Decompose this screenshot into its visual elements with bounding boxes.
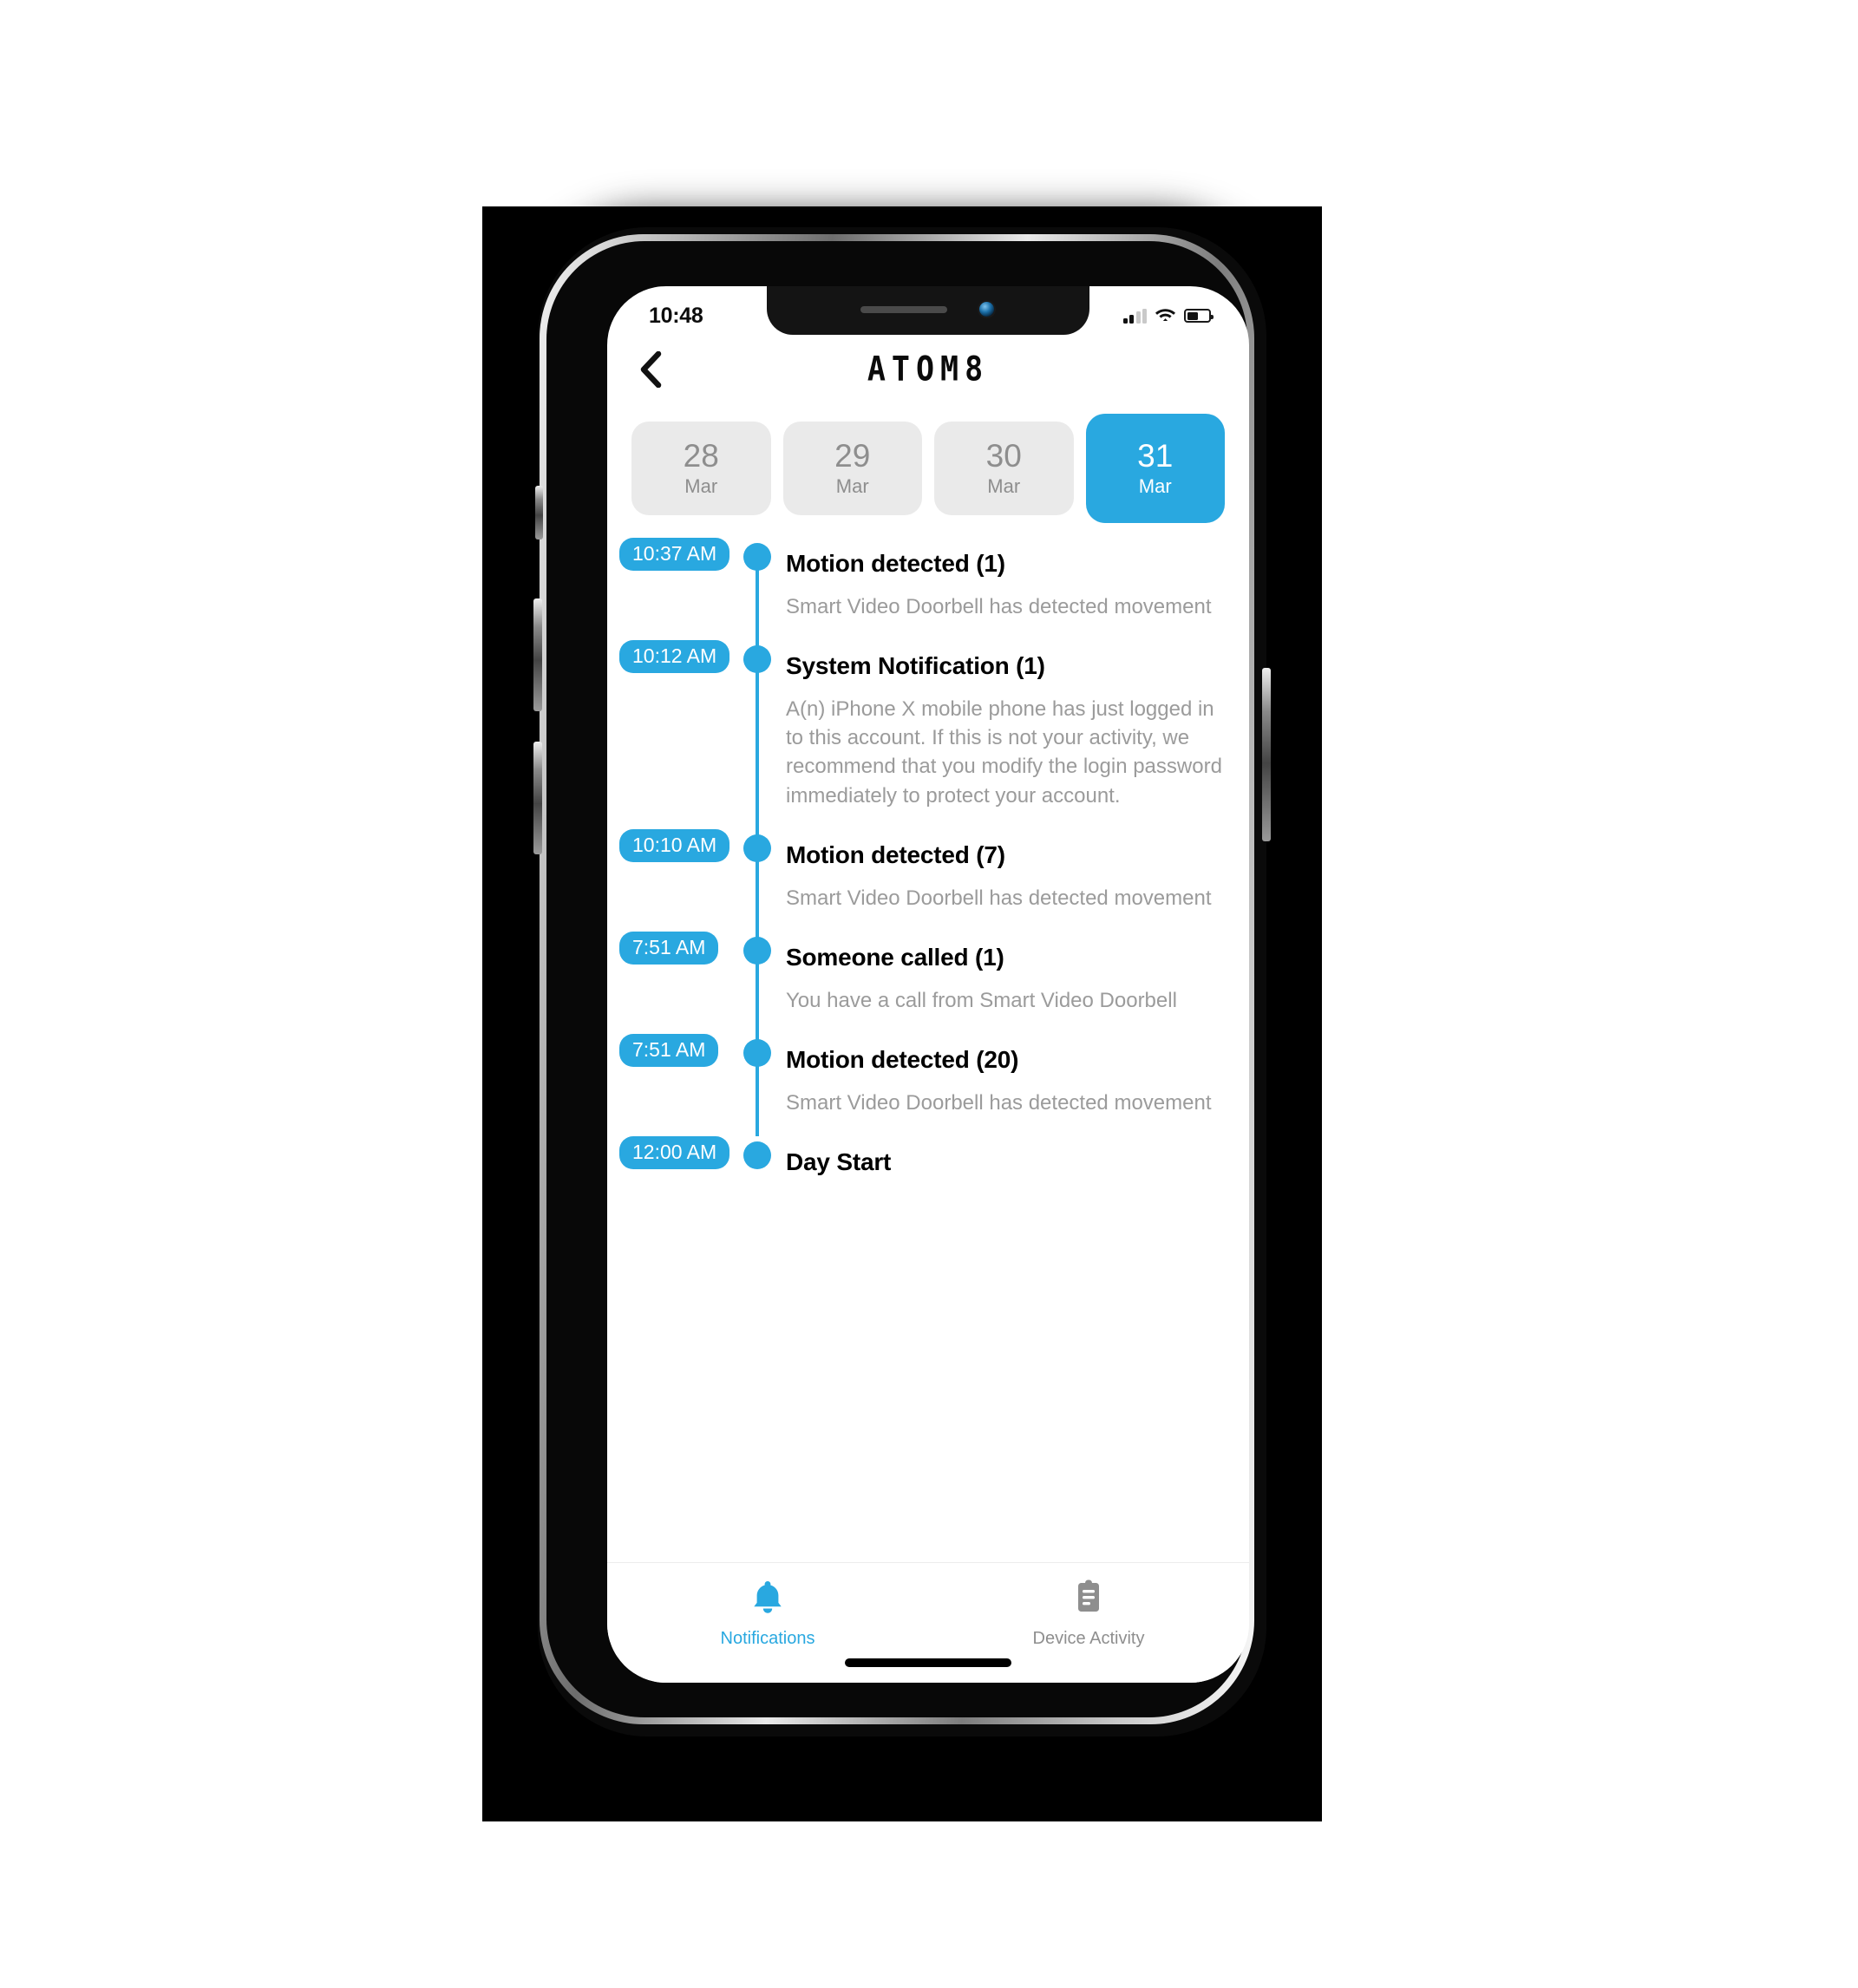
timeline-axis <box>739 828 775 932</box>
timeline-content: System Notification (1) A(n) iPhone X mo… <box>775 640 1228 828</box>
date-chip-month: Mar <box>835 474 869 497</box>
timeline-entry[interactable]: 7:51 AM Motion detected (20) Smart Video… <box>607 1033 1228 1137</box>
timeline-description: Smart Video Doorbell has detected moveme… <box>786 886 1212 910</box>
date-chip-month: Mar <box>1138 474 1172 497</box>
phone-screen: 10:48 ATOM8 28 Mar 29 Mar 30 Mar 31 Mar … <box>607 286 1249 1683</box>
home-indicator[interactable] <box>845 1658 1011 1667</box>
timeline-dot <box>743 936 771 965</box>
notch <box>767 286 1089 335</box>
timeline-description: Smart Video Doorbell has detected moveme… <box>786 595 1212 619</box>
cellular-signal-icon <box>1122 308 1147 324</box>
timeline-dot <box>743 1141 771 1170</box>
timeline-title: Motion detected (1) <box>786 550 1005 577</box>
timeline-entry[interactable]: 12:00 AM Day Start <box>607 1136 1228 1185</box>
battery-icon <box>1184 309 1214 323</box>
power-button[interactable] <box>1262 668 1271 841</box>
timeline-time: 10:10 AM <box>607 828 739 862</box>
timeline-entry[interactable]: 10:10 AM Motion detected (7) Smart Video… <box>607 828 1228 932</box>
timeline-dot <box>743 1038 771 1067</box>
volume-up-button[interactable] <box>533 598 542 711</box>
timeline-dot <box>743 834 771 862</box>
mute-switch-button[interactable] <box>535 486 543 540</box>
bell-icon <box>750 1579 785 1619</box>
app-logo: ATOM8 <box>867 350 990 389</box>
timeline-description: A(n) iPhone X mobile phone has just logg… <box>786 697 1222 808</box>
date-chip-day: 28 <box>683 438 719 474</box>
nav-bar: ATOM8 <box>607 338 1249 401</box>
date-chip-1[interactable]: 29 Mar <box>782 422 922 515</box>
timeline-title: Motion detected (7) <box>786 840 1005 868</box>
timeline-content: Motion detected (20) Smart Video Doorbel… <box>775 1034 1228 1136</box>
timeline-title: Day Start <box>786 1148 892 1176</box>
timeline-axis <box>739 538 775 641</box>
timeline-time: 10:37 AM <box>607 538 739 571</box>
time-pill: 7:51 AM <box>619 931 719 965</box>
wifi-icon <box>1155 306 1176 326</box>
time-pill: 12:00 AM <box>619 1136 730 1170</box>
date-chip-day: 31 <box>1137 438 1174 474</box>
time-pill: 10:12 AM <box>619 640 730 674</box>
status-bar-icons <box>1122 306 1214 326</box>
date-selector: 28 Mar 29 Mar 30 Mar 31 Mar <box>607 408 1249 529</box>
time-pill: 10:37 AM <box>619 538 730 571</box>
timeline-time: 10:12 AM <box>607 640 739 674</box>
clipboard-icon <box>1072 1579 1105 1619</box>
date-chip-0[interactable]: 28 Mar <box>631 422 771 515</box>
timeline-entry[interactable]: 10:12 AM System Notification (1) A(n) iP… <box>607 640 1228 829</box>
timeline-content: Someone called (1) You have a call from … <box>775 932 1228 1034</box>
tab-label: Device Activity <box>1032 1629 1145 1648</box>
tab-label: Notifications <box>720 1629 815 1648</box>
timeline-time: 7:51 AM <box>607 1033 739 1067</box>
timeline-title: System Notification (1) <box>786 652 1045 680</box>
status-bar-time: 10:48 <box>649 303 703 328</box>
timeline-description: You have a call from Smart Video Doorbel… <box>786 988 1177 1012</box>
date-chip-month: Mar <box>684 474 718 497</box>
timeline-dot <box>743 543 771 571</box>
date-chip-month: Mar <box>987 474 1021 497</box>
time-pill: 10:10 AM <box>619 828 730 862</box>
timeline-axis <box>739 1033 775 1137</box>
timeline-content: Motion detected (7) Smart Video Doorbell… <box>775 829 1228 932</box>
timeline-time: 7:51 AM <box>607 931 739 965</box>
timeline-content: Motion detected (1) Smart Video Doorbell… <box>775 538 1228 640</box>
timeline-axis <box>739 1136 775 1185</box>
timeline-description: Smart Video Doorbell has detected moveme… <box>786 1090 1212 1115</box>
timeline-axis <box>739 931 775 1034</box>
date-chip-3-selected[interactable]: 31 Mar <box>1085 414 1225 523</box>
timeline-dot <box>743 645 771 674</box>
date-chip-2[interactable]: 30 Mar <box>934 422 1074 515</box>
timeline-content: Day Start <box>775 1136 1228 1185</box>
time-pill: 7:51 AM <box>619 1033 719 1067</box>
timeline-axis <box>739 640 775 829</box>
front-camera-icon <box>979 302 994 317</box>
notification-timeline: 10:37 AM Motion detected (1) Smart Video… <box>607 538 1249 1563</box>
date-chip-day: 29 <box>834 438 871 474</box>
earpiece-speaker-icon <box>860 306 947 313</box>
timeline-time: 12:00 AM <box>607 1136 739 1170</box>
timeline-entry[interactable]: 10:37 AM Motion detected (1) Smart Video… <box>607 538 1228 641</box>
timeline-title: Motion detected (20) <box>786 1045 1019 1073</box>
volume-down-button[interactable] <box>533 742 542 854</box>
timeline-entry[interactable]: 7:51 AM Someone called (1) You have a ca… <box>607 931 1228 1034</box>
timeline-title: Someone called (1) <box>786 943 1004 971</box>
date-chip-day: 30 <box>985 438 1022 474</box>
